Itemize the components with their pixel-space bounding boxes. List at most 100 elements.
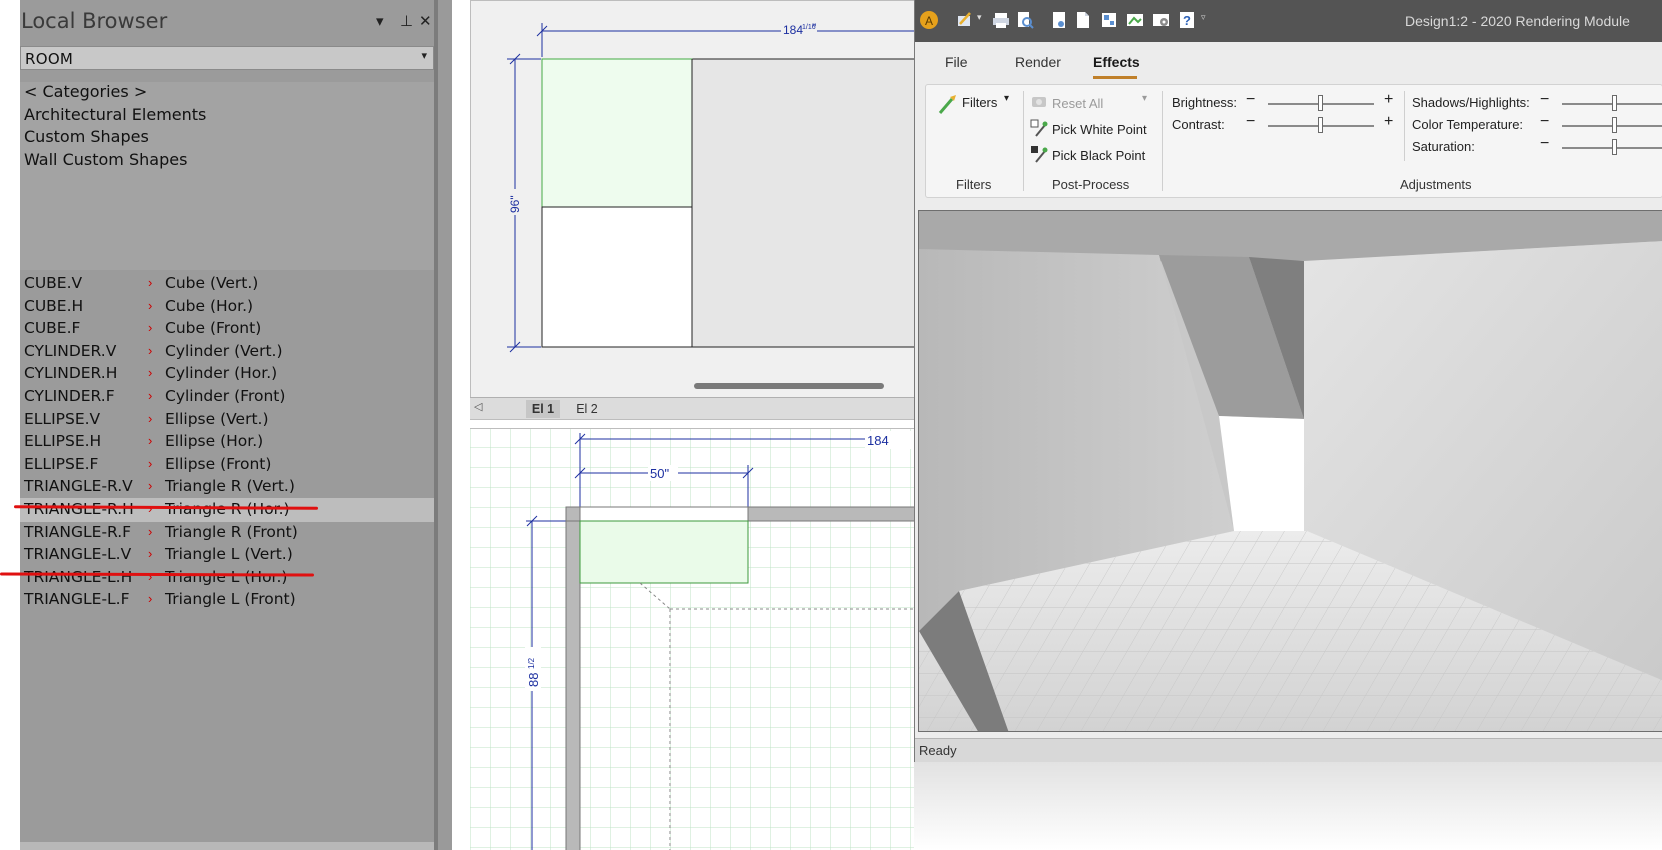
color-temperature-decrease-button[interactable]: − (1540, 113, 1549, 131)
item-marker-icon: › (148, 342, 153, 358)
list-item[interactable]: ELLIPSE.H › Ellipse (Hor.) (20, 430, 434, 454)
quick-access-dropdown-icon[interactable]: ▿ (1201, 12, 1206, 23)
app-logo-icon[interactable]: A (919, 10, 939, 30)
contrast-increase-button[interactable]: + (1384, 113, 1393, 131)
list-item[interactable]: TRIANGLE-R.F › Triangle R (Front) (20, 521, 434, 545)
tab-render[interactable]: Render (1015, 54, 1061, 70)
item-description: Cylinder (Front) (165, 387, 286, 405)
item-code: ELLIPSE.H (24, 432, 102, 451)
list-item[interactable]: TRIANGLE-L.V › Triangle L (Vert.) (20, 543, 434, 567)
item-marker-icon: › (148, 433, 153, 449)
contrast-decrease-button[interactable]: − (1246, 113, 1255, 131)
saturation-label: Saturation: (1412, 139, 1475, 154)
list-item[interactable]: CUBE.H › Cube (Hor.) (20, 295, 434, 319)
active-tab-indicator (1093, 76, 1137, 79)
list-item[interactable]: CUBE.F › Cube (Front) (20, 317, 434, 341)
pick-black-point-button[interactable]: Pick Black Point (1052, 148, 1145, 163)
scroll-left-icon[interactable]: ◁ (474, 400, 482, 413)
panel-menu-dropdown-icon[interactable]: ▾ (376, 12, 384, 30)
pick-white-point-icon (1030, 119, 1048, 137)
item-code: TRIANGLE-R.H (24, 500, 134, 518)
item-code: CYLINDER.F (24, 387, 115, 405)
item-marker-icon: › (148, 546, 153, 562)
contrast-label: Contrast: (1172, 117, 1225, 132)
view-splitter[interactable] (438, 0, 452, 850)
saturation-decrease-button[interactable]: − (1540, 135, 1549, 153)
list-item-selected[interactable]: TRIANGLE-R.H›Triangle R (Hor.) (20, 498, 434, 522)
elevation-view[interactable]: 184 1/16 " 96" (470, 0, 920, 420)
elevation-scrollbar[interactable] (694, 383, 884, 389)
list-item[interactable]: TRIANGLE-L.F › Triangle L (Front) (20, 588, 434, 612)
item-code: ELLIPSE.F (24, 454, 99, 473)
panel-scrollbar[interactable] (20, 842, 434, 850)
window-titlebar[interactable]: A ▾ ? ▿ Design1:2 - 2020 Rendering Modul… (915, 0, 1662, 42)
panel-close-icon[interactable]: ✕ (419, 12, 432, 30)
layout-icon[interactable] (1099, 10, 1119, 30)
item-code: CYLINDER.H (24, 364, 118, 383)
brightness-slider-thumb[interactable] (1318, 95, 1323, 111)
print-preview-icon[interactable] (1015, 10, 1035, 30)
category-item-custom-shapes[interactable]: Custom Shapes (24, 127, 149, 146)
item-code: CYLINDER.V (24, 341, 117, 360)
image-settings-icon[interactable] (1151, 10, 1171, 30)
render-viewport[interactable] (918, 210, 1662, 732)
print-icon[interactable] (991, 10, 1011, 30)
list-item[interactable]: TRIANGLE-L.H › Triangle L (Hor.) (20, 566, 434, 590)
window-title: Design1:2 - 2020 Rendering Module (1405, 13, 1630, 29)
tab-el-1[interactable]: El 1 (526, 400, 560, 418)
library-select[interactable]: ROOM ▾ (20, 46, 434, 70)
filters-button[interactable]: Filters (962, 95, 997, 110)
help-icon[interactable]: ? (1177, 10, 1197, 30)
item-description: Triangle L (Vert.) (165, 545, 293, 564)
chevron-down-icon[interactable]: ▾ (1142, 93, 1147, 104)
window-shadow (914, 762, 1662, 850)
item-description: Cylinder (Hor.) (165, 364, 278, 383)
render-settings-icon[interactable] (955, 10, 975, 30)
color-temperature-slider-thumb[interactable] (1612, 117, 1617, 133)
save-image-icon[interactable] (1049, 10, 1069, 30)
item-description: Ellipse (Front) (165, 454, 272, 473)
camera-view-icon[interactable] (1125, 10, 1145, 30)
filters-icon (938, 95, 956, 114)
pick-white-point-button[interactable]: Pick White Point (1052, 122, 1147, 137)
chevron-down-icon[interactable]: ▾ (977, 12, 982, 23)
chevron-down-icon[interactable]: ▾ (1004, 93, 1009, 104)
shadows-slider-thumb[interactable] (1612, 95, 1617, 111)
color-temperature-label: Color Temperature: (1412, 117, 1524, 132)
contrast-slider-thumb[interactable] (1318, 117, 1323, 133)
effects-ribbon: Filters ▾ Filters Reset All ▾ Pick White… (925, 84, 1662, 198)
item-code: TRIANGLE-R.F (24, 522, 132, 541)
list-item[interactable]: ELLIPSE.V › Ellipse (Vert.) (20, 408, 434, 432)
item-description: Ellipse (Vert.) (165, 409, 269, 428)
saturation-slider-thumb[interactable] (1612, 139, 1617, 155)
panel-pin-icon[interactable]: ⊥ (400, 12, 413, 30)
brightness-decrease-button[interactable]: − (1246, 91, 1255, 109)
reset-all-button[interactable]: Reset All (1052, 96, 1103, 111)
tab-effects[interactable]: Effects (1093, 54, 1140, 70)
category-item-architectural[interactable]: Architectural Elements (24, 105, 206, 124)
list-item[interactable]: ELLIPSE.F › Ellipse (Front) (20, 453, 434, 477)
list-item[interactable]: CYLINDER.H › Cylinder (Hor.) (20, 362, 434, 386)
list-item[interactable]: TRIANGLE-R.V › Triangle R (Vert.) (20, 475, 434, 499)
tab-el-2[interactable]: El 2 (570, 400, 604, 418)
list-item[interactable]: CYLINDER.V › Cylinder (Vert.) (20, 340, 434, 364)
plan-view[interactable]: 184 50" 88 1/2 (470, 428, 920, 850)
tab-file[interactable]: File (945, 54, 968, 70)
group-divider (1023, 91, 1024, 191)
elevation-tab-bar: ◁ El 1 El 2 (470, 397, 920, 419)
item-code: TRIANGLE-L.F (24, 590, 130, 609)
item-code: TRIANGLE-R.V (24, 477, 133, 496)
category-item-wall-custom-shapes[interactable]: Wall Custom Shapes (24, 150, 187, 169)
shadows-decrease-button[interactable]: − (1540, 91, 1549, 109)
plan-depth-fraction: 1/2 (527, 657, 536, 669)
document-icon[interactable] (1073, 10, 1093, 30)
elevation-drawing: 184 1/16 " 96" (471, 1, 919, 401)
elevation-width-dimension: 184 (783, 23, 803, 37)
category-item-parent[interactable]: < Categories > (24, 82, 147, 101)
item-description: Triangle R (Front) (165, 522, 298, 541)
list-item[interactable]: CYLINDER.F › Cylinder (Front) (20, 385, 434, 409)
item-description: Cylinder (Vert.) (165, 341, 283, 360)
item-marker-icon: › (148, 478, 153, 494)
brightness-increase-button[interactable]: + (1384, 91, 1393, 109)
list-item[interactable]: CUBE.V › Cube (Vert.) (20, 272, 434, 296)
